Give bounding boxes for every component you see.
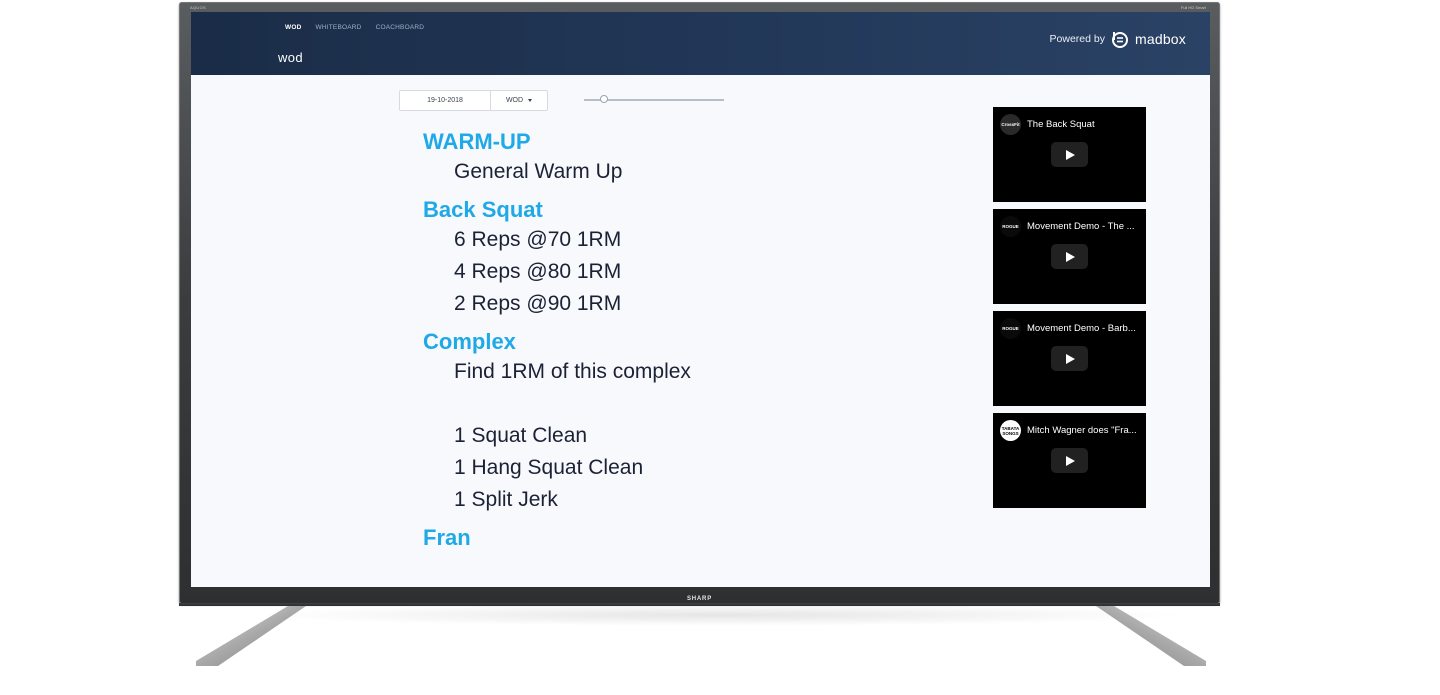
workout-line: 6 Reps @70 1RM [454, 228, 622, 251]
workout-line: Find 1RM of this complex [454, 360, 691, 383]
workout-section: Back Squat 6 Reps @70 1RM 4 Reps @80 1RM 2 … [423, 196, 943, 320]
powered-by: Powered by madbox [1050, 30, 1186, 48]
powered-by-label: Powered by [1049, 33, 1105, 45]
channel-avatar: ROGUE [1000, 318, 1021, 339]
workout-line: General Warm Up [454, 160, 623, 183]
date-picker[interactable]: 19-10-2018 [399, 90, 491, 111]
workout-section: Complex Find 1RM of this complex 1 Squat C… [423, 328, 943, 516]
tv-screen: WOD WHITEBOARD COACHBOARD wod Powered by… [191, 12, 1210, 587]
video-thumbnail[interactable]: ROGUE Movement Demo - Barb... [993, 311, 1146, 406]
workout-line: 4 Reps @80 1RM [454, 260, 622, 283]
workout-section: WARM-UP General Warm Up [423, 128, 943, 188]
page-title: wod [278, 50, 304, 65]
workout-content: WARM-UP General Warm Up Back Squat 6 Reps @… [423, 128, 943, 560]
zoom-slider-handle[interactable] [599, 95, 608, 103]
video-title: The Back Squat [1027, 119, 1095, 130]
section-lines: General Warm Up [454, 156, 943, 188]
video-thumbnail[interactable]: TABATA SONGS Mitch Wagner does "Fra... [993, 413, 1146, 508]
play-icon [1066, 353, 1075, 364]
app-header: WOD WHITEBOARD COACHBOARD wod Powered by… [191, 12, 1210, 75]
play-icon [1066, 149, 1075, 160]
workout-line: 1 Split Jerk [454, 488, 558, 511]
play-button[interactable] [1051, 346, 1088, 371]
caret-down-icon [528, 99, 533, 102]
play-button[interactable] [1051, 244, 1088, 269]
mode-select-value: WOD [505, 97, 524, 104]
tv-brand-top-right: Full HD Smart [1180, 5, 1206, 10]
zoom-slider[interactable] [584, 95, 724, 103]
nav-tab-coachboard[interactable]: COACHBOARD [376, 24, 425, 31]
filter-controls: 19-10-2018 WOD [399, 90, 548, 111]
video-title: Movement Demo - Barb... [1027, 323, 1136, 334]
channel-avatar: CrossFit [1000, 114, 1021, 135]
workout-line: 1 Hang Squat Clean [454, 456, 644, 479]
nav-tab-wod[interactable]: WOD [285, 24, 302, 31]
tv-bottom-bezel: SHARP [179, 588, 1220, 603]
tv-brand-top-left: AQUOS [190, 5, 206, 10]
section-title: Complex [423, 329, 516, 354]
play-button[interactable] [1051, 448, 1088, 473]
tv-stand-right-leg [1096, 606, 1206, 668]
tv-stand-left-leg [196, 606, 306, 668]
section-title: Fran [423, 525, 471, 550]
nav-tab-whiteboard[interactable]: WHITEBOARD [316, 24, 362, 31]
workout-line: 1 Squat Clean [454, 424, 588, 447]
section-lines: Find 1RM of this complex 1 Squat Clean 1 H… [454, 356, 943, 516]
workout-line [454, 388, 943, 420]
video-title: Mitch Wagner does "Fra... [1027, 425, 1137, 436]
stand-shadow [250, 604, 1190, 626]
video-thumbnail[interactable]: ROGUE Movement Demo - The ... [993, 209, 1146, 304]
channel-avatar: TABATA SONGS [1000, 420, 1021, 441]
tv-chin [179, 603, 1220, 606]
workout-line: 2 Reps @90 1RM [454, 292, 622, 315]
top-nav: WOD WHITEBOARD COACHBOARD [285, 24, 424, 31]
play-icon [1066, 455, 1075, 466]
play-icon [1066, 251, 1075, 262]
madbox-logo-icon [1111, 32, 1128, 48]
section-title: Back Squat [423, 197, 543, 222]
channel-avatar: ROGUE [1000, 216, 1021, 237]
mode-select[interactable]: WOD [491, 90, 548, 111]
video-list: CrossFit The Back Squat ROGUE Movement Demo… [993, 107, 1146, 515]
section-lines: 6 Reps @70 1RM 4 Reps @80 1RM 2 Reps @90 1… [454, 224, 943, 320]
brand-name: madbox [1134, 31, 1186, 47]
video-title: Movement Demo - The ... [1027, 221, 1135, 232]
tv-logo: SHARP [686, 596, 713, 602]
video-thumbnail[interactable]: CrossFit The Back Squat [993, 107, 1146, 202]
workout-section: Fran [423, 524, 943, 552]
section-title: WARM-UP [423, 129, 531, 154]
play-button[interactable] [1051, 142, 1088, 167]
